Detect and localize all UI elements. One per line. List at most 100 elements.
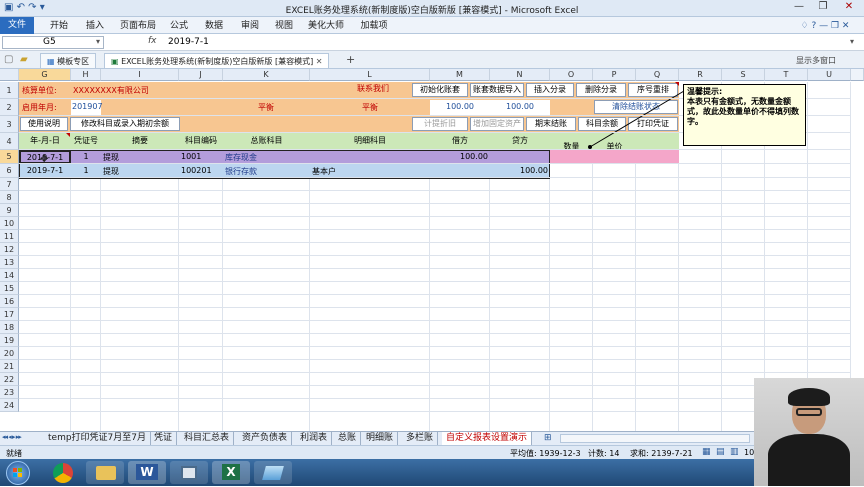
column-header-l[interactable]: L	[310, 69, 430, 81]
depreciation-button[interactable]: 计提折旧	[412, 117, 468, 131]
column-header-q[interactable]: Q	[636, 69, 679, 81]
entry-1-debit[interactable]: 100.00	[430, 152, 488, 161]
close-button[interactable]: ✕	[838, 1, 860, 15]
maximize-button[interactable]: ❐	[812, 1, 834, 15]
zoom-level[interactable]: 10	[744, 448, 754, 457]
tab-insert[interactable]: 插入	[80, 19, 110, 33]
minimize-button[interactable]: —	[788, 1, 810, 15]
sheet-tab-income-statement[interactable]: 利润表	[296, 432, 333, 445]
row-header[interactable]: 7	[0, 178, 19, 191]
tab-file[interactable]: 文件	[0, 17, 34, 34]
sheet-tab-custom-report[interactable]: 自定义报表设置演示	[442, 432, 533, 445]
row-header[interactable]: 2	[0, 99, 19, 116]
company-name[interactable]: XXXXXXXX有限公司	[73, 85, 149, 96]
tab-data[interactable]: 数据	[200, 19, 228, 33]
taskbar-word[interactable]: W	[128, 461, 166, 484]
row-header[interactable]: 22	[0, 373, 19, 386]
row-header[interactable]: 14	[0, 269, 19, 282]
entry-2-account[interactable]: 银行存款	[225, 166, 257, 177]
insert-entry-button[interactable]: 插入分录	[526, 83, 574, 97]
sheet-tab-print-voucher[interactable]: temp打印凭证7月至7月	[44, 432, 151, 445]
row-header[interactable]: 9	[0, 204, 19, 217]
entry-2-voucher-no[interactable]: 1	[71, 166, 101, 175]
entry-2-date[interactable]: 2019-7-1	[19, 166, 71, 175]
column-header-k[interactable]: K	[223, 69, 310, 81]
entry-2-detail[interactable]: 基本户	[312, 166, 336, 177]
entry-2-summary[interactable]: 提现	[103, 166, 119, 177]
row-header[interactable]: 3	[0, 116, 19, 133]
column-header-g[interactable]: G	[19, 69, 71, 81]
doc-tab-workbook[interactable]: ▣ EXCEL账务处理系统(新制度版)空白版新版 [兼容模式] ✕	[104, 53, 330, 68]
column-header-u[interactable]: U	[808, 69, 851, 81]
sheet-tab-balance-sheet[interactable]: 资产负债表	[238, 432, 293, 445]
column-header-s[interactable]: S	[722, 69, 765, 81]
row-header[interactable]: 4	[0, 133, 19, 150]
column-header-m[interactable]: M	[430, 69, 490, 81]
start-button[interactable]	[6, 461, 30, 485]
init-ledger-button[interactable]: 初始化账套	[412, 83, 468, 97]
row-header[interactable]: 23	[0, 386, 19, 399]
new-doc-icon[interactable]: ▢	[4, 54, 13, 65]
tab-review[interactable]: 审阅	[236, 19, 264, 33]
name-box-dropdown-icon[interactable]: ▾	[96, 37, 100, 46]
taskbar-explorer[interactable]	[86, 461, 124, 484]
row-header[interactable]: 21	[0, 360, 19, 373]
row-header[interactable]: 10	[0, 217, 19, 230]
close-tab-icon[interactable]: ✕	[313, 57, 323, 66]
column-header-n[interactable]: N	[490, 69, 550, 81]
tab-page-layout[interactable]: 页面布局	[116, 19, 160, 33]
row-header[interactable]: 17	[0, 308, 19, 321]
sheet-tab-general-ledger[interactable]: 总账	[334, 432, 362, 445]
formula-expand-icon[interactable]: ▾	[850, 37, 854, 46]
view-normal-icon[interactable]: ▦	[702, 447, 711, 457]
select-all-corner[interactable]	[0, 69, 19, 81]
doc-tab-templates[interactable]: ▦ 模板专区	[40, 53, 97, 68]
column-header-t[interactable]: T	[765, 69, 808, 81]
modify-accounts-button[interactable]: 修改科目或录入期初余额	[70, 117, 180, 131]
new-sheet-icon[interactable]: ⊞	[544, 433, 552, 443]
name-box[interactable]: G5	[2, 36, 104, 49]
taskbar-excel[interactable]: X	[212, 461, 250, 484]
view-pagebreak-icon[interactable]: ▥	[730, 447, 739, 457]
row-header[interactable]: 15	[0, 282, 19, 295]
contact-us-button[interactable]: 联系我们	[336, 83, 410, 97]
sheet-nav-arrows[interactable]: ◂◂ ◂ ▸ ▸▸	[2, 433, 22, 441]
row-header[interactable]: 8	[0, 191, 19, 204]
taskbar-tool[interactable]	[254, 461, 292, 484]
entry-1-code[interactable]: 1001	[181, 152, 201, 161]
period-close-button[interactable]: 期末结账	[526, 117, 576, 131]
row-header[interactable]: 24	[0, 399, 19, 412]
multi-window-button[interactable]: 显示多窗口	[796, 55, 836, 66]
tab-home[interactable]: 开始	[44, 19, 74, 33]
entry-1-summary[interactable]: 提现	[103, 152, 119, 163]
formula-input[interactable]: 2019-7-1	[168, 37, 209, 47]
row-header[interactable]: 12	[0, 243, 19, 256]
ribbon-window-controls[interactable]: ♢ ? — ❐ ✕	[790, 19, 860, 33]
tab-formulas[interactable]: 公式	[166, 19, 192, 33]
view-layout-icon[interactable]: ▤	[716, 447, 725, 457]
entry-2-code[interactable]: 100201	[181, 166, 212, 175]
row-header[interactable]: 13	[0, 256, 19, 269]
vertical-scrollbar[interactable]	[851, 69, 864, 81]
row-header[interactable]: 18	[0, 321, 19, 334]
folder-icon[interactable]: ▰	[20, 54, 28, 65]
tab-addins[interactable]: 加载项	[356, 19, 392, 33]
row-header[interactable]: 1	[0, 82, 19, 99]
column-header-o[interactable]: O	[550, 69, 593, 81]
start-period-value[interactable]: 201907	[71, 100, 103, 115]
row-header[interactable]: 19	[0, 334, 19, 347]
row-header[interactable]: 20	[0, 347, 19, 360]
row-header[interactable]: 16	[0, 295, 19, 308]
column-header-r[interactable]: R	[679, 69, 722, 81]
column-header-i[interactable]: I	[101, 69, 179, 81]
column-header-h[interactable]: H	[71, 69, 101, 81]
sheet-tab-voucher[interactable]: 凭证	[150, 432, 178, 445]
sheet-tab-multi-column[interactable]: 多栏账	[402, 432, 439, 445]
fx-icon[interactable]: fx	[148, 36, 157, 46]
taskbar-chrome[interactable]	[44, 461, 82, 484]
tab-beautify[interactable]: 美化大师	[306, 19, 346, 33]
entry-1-voucher-no[interactable]: 1	[71, 152, 101, 161]
column-header-p[interactable]: P	[593, 69, 636, 81]
horizontal-scrollbar[interactable]	[560, 434, 750, 443]
instructions-button[interactable]: 使用说明	[20, 117, 68, 131]
